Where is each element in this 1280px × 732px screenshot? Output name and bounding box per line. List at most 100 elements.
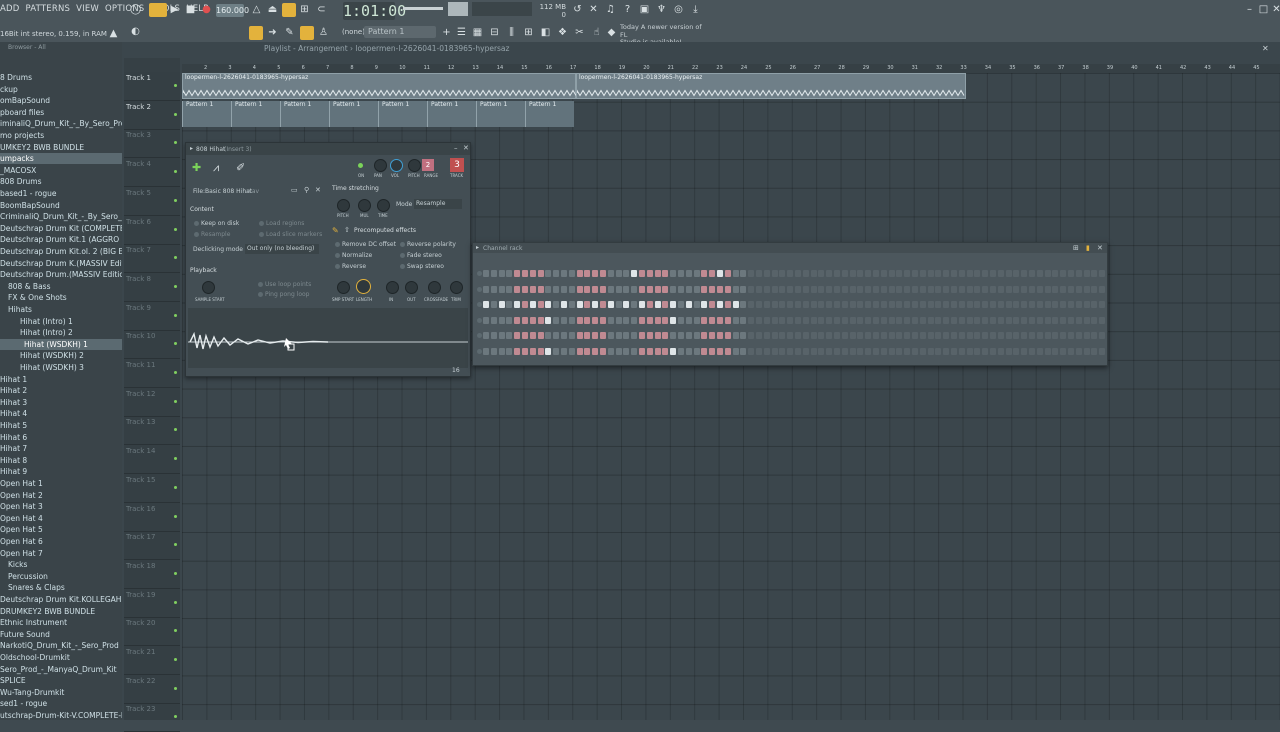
step-button[interactable] — [904, 347, 911, 355]
step-button[interactable] — [506, 270, 513, 277]
browser-item[interactable]: Deutschrap Drum K.(MASSIV Edition) — [0, 258, 122, 269]
step-button[interactable] — [498, 347, 505, 355]
track-header[interactable]: Track 10 — [124, 330, 180, 360]
step-button[interactable] — [1060, 316, 1067, 324]
step-button[interactable] — [662, 285, 669, 293]
step-button[interactable] — [818, 347, 825, 355]
step-button[interactable] — [802, 332, 809, 339]
step-button[interactable] — [873, 285, 879, 293]
step-button[interactable] — [740, 347, 747, 355]
step-button[interactable] — [662, 347, 669, 355]
step-button[interactable] — [1052, 347, 1059, 355]
step-button[interactable] — [561, 332, 567, 339]
step-button[interactable] — [490, 270, 497, 277]
step-button[interactable] — [795, 316, 801, 324]
step-button[interactable] — [802, 347, 809, 355]
step-button[interactable] — [670, 332, 677, 339]
step-button[interactable] — [1091, 332, 1098, 339]
step-button[interactable] — [483, 270, 489, 277]
track-header[interactable]: Track 3 — [124, 129, 180, 159]
step-button[interactable] — [654, 347, 661, 355]
track-header[interactable]: Track 8 — [124, 273, 180, 302]
step-button[interactable] — [529, 270, 536, 277]
step-button[interactable] — [779, 332, 786, 339]
step-button[interactable] — [927, 285, 934, 293]
browser-item[interactable]: omBapSound — [0, 95, 122, 106]
step-button[interactable] — [834, 332, 840, 339]
step-button[interactable] — [1029, 285, 1035, 293]
normalize-label[interactable]: Normalize — [342, 252, 372, 259]
step-button[interactable] — [685, 332, 692, 339]
step-button[interactable] — [584, 332, 591, 339]
timeline-ruler[interactable]: 2 3 4 5 6 7 8 9 10 11 12 13 14 15 16 17 18 19 20 21 22 23 24 25… — [182, 64, 1280, 73]
step-button[interactable] — [1021, 285, 1028, 293]
step-button[interactable] — [1005, 285, 1012, 293]
step-button[interactable] — [795, 270, 801, 277]
browser-item[interactable]: UMKEY2 BWB BUNDLE — [0, 142, 122, 153]
step-button[interactable] — [600, 270, 606, 277]
remove-dc-label[interactable]: Remove DC offset — [342, 241, 396, 248]
step-button[interactable] — [724, 270, 731, 277]
step-button[interactable] — [904, 301, 911, 308]
step-button[interactable] — [724, 316, 731, 324]
step-button[interactable] — [724, 285, 731, 293]
step-button[interactable] — [1036, 332, 1043, 339]
step-button[interactable] — [810, 316, 817, 324]
step-button[interactable] — [639, 270, 645, 277]
load-slice-led[interactable] — [259, 232, 264, 237]
step-button[interactable] — [483, 285, 489, 293]
step-button[interactable] — [670, 270, 677, 277]
step-button[interactable] — [724, 347, 731, 355]
step-button[interactable] — [490, 332, 497, 339]
ts-mul-knob[interactable] — [358, 199, 371, 212]
arrow-right-icon[interactable]: ➜ — [267, 27, 278, 38]
browser-item[interactable]: Hihat 1 — [0, 374, 122, 385]
step-button[interactable] — [958, 347, 965, 355]
browser-item[interactable]: Hihats — [0, 304, 122, 315]
step-button[interactable] — [600, 332, 606, 339]
step-button[interactable] — [717, 332, 723, 339]
step-button[interactable] — [779, 316, 786, 324]
step-button[interactable] — [795, 285, 801, 293]
channel-rack-icon[interactable]: ⊟ — [489, 27, 500, 38]
step-button[interactable] — [1091, 285, 1098, 293]
step-button[interactable] — [584, 347, 591, 355]
step-button[interactable] — [888, 270, 895, 277]
step-button[interactable] — [529, 332, 536, 339]
step-button[interactable] — [1044, 347, 1051, 355]
step-button[interactable] — [490, 347, 497, 355]
wait-icon[interactable]: ⏏ — [267, 4, 278, 15]
step-button[interactable] — [873, 347, 879, 355]
step-button[interactable] — [927, 301, 934, 308]
step-button[interactable] — [631, 347, 638, 355]
step-button[interactable] — [841, 332, 848, 339]
step-button[interactable] — [888, 347, 895, 355]
track-mute-led[interactable] — [174, 313, 177, 317]
pattern-selector[interactable]: Pattern 1 — [364, 26, 436, 38]
declicking-select[interactable]: Out only (no bleeding) — [245, 244, 319, 254]
step-button[interactable] — [662, 316, 669, 324]
step-button[interactable] — [935, 316, 942, 324]
step-button[interactable] — [1013, 285, 1020, 293]
mode-select[interactable]: Resample — [414, 199, 462, 209]
step-button[interactable] — [1068, 332, 1074, 339]
browser-item[interactable]: CriminaliQ_Drum_Kit_-_By_Sero_Prod — [0, 211, 122, 222]
browser-item[interactable]: Hihat (WSDKH) 3 — [0, 362, 122, 373]
step-button[interactable] — [990, 347, 996, 355]
step-button[interactable] — [880, 301, 887, 308]
track-mute-led[interactable] — [174, 715, 177, 719]
step-button[interactable] — [826, 285, 833, 293]
step-button[interactable] — [966, 347, 973, 355]
step-button[interactable] — [896, 332, 903, 339]
track-mute-led[interactable] — [174, 658, 177, 661]
stop-icon[interactable]: ■ — [185, 4, 196, 15]
step-button[interactable] — [693, 270, 700, 277]
step-button[interactable] — [623, 301, 630, 308]
step-button[interactable] — [1091, 347, 1098, 355]
step-button[interactable] — [951, 270, 957, 277]
step-button[interactable] — [553, 332, 560, 339]
step-button[interactable] — [818, 270, 825, 277]
step-button[interactable] — [522, 270, 528, 277]
step-button[interactable] — [600, 347, 606, 355]
step-button[interactable] — [740, 316, 747, 324]
